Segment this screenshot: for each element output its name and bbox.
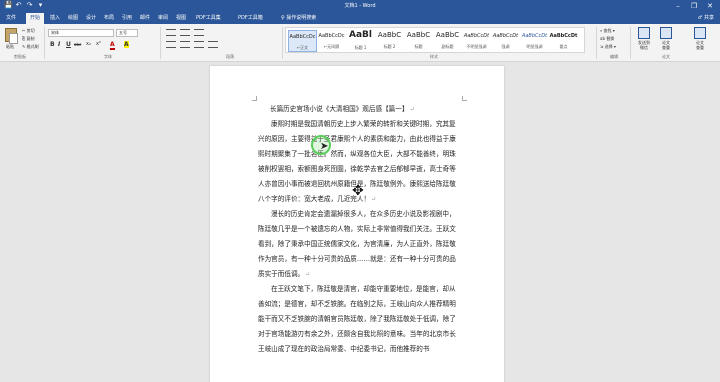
document-body[interactable]: 长篇历史官场小说《大清相国》观后感【篇一】↵ 康熙时期是我国清朝历史上步入繁荣的…	[258, 102, 458, 357]
style-subtitle[interactable]: AaBbC 副标题	[433, 30, 462, 52]
title-bar: 💾 ↶ ↷ ▾ 文档1 - Word – ❐ ✕	[0, 0, 720, 12]
superscript-button[interactable]: x²	[96, 41, 101, 47]
tab-design[interactable]: 设计	[86, 14, 96, 22]
tab-draw[interactable]: 绘图	[68, 14, 78, 22]
font-group-label: 字体	[104, 54, 112, 59]
styles-group-label: 样式	[430, 54, 438, 59]
tab-insert[interactable]: 插入	[50, 14, 60, 22]
styles-gallery: AaBbCcDc ↵正文 AaBbCcDc ↵无间隔 AaBl 标题 1 AaB…	[285, 27, 585, 53]
bullets-icon[interactable]	[166, 29, 176, 36]
share-button[interactable]: ♂ 共享	[698, 13, 714, 23]
align-left-icon[interactable]	[166, 41, 176, 48]
document-check-icon	[660, 27, 672, 39]
tab-pdf-tools[interactable]: PDF工具集	[196, 14, 221, 22]
move-cursor-icon: ✥	[352, 183, 364, 199]
replace-button[interactable]: ab 替换	[600, 36, 614, 42]
justify-icon[interactable]	[208, 41, 218, 48]
divider	[160, 27, 161, 59]
tab-pdf-toolbox[interactable]: PDF工具箱	[238, 14, 263, 22]
tab-home[interactable]: 开始	[26, 13, 45, 24]
margin-corner-mark	[462, 96, 467, 101]
tab-review[interactable]: 审阅	[158, 14, 168, 22]
paste-button[interactable]: 粘贴	[6, 44, 14, 50]
document-check-icon	[694, 27, 706, 39]
tell-me-search[interactable]: ♀ 操作说明搜索	[281, 14, 316, 22]
close-button[interactable]: ✕	[702, 0, 718, 12]
style-heading-1[interactable]: AaBl 标题 1	[346, 30, 375, 52]
italic-button[interactable]: I	[58, 41, 60, 48]
numbering-icon[interactable]	[180, 29, 190, 36]
tab-references[interactable]: 引用	[122, 14, 132, 22]
divider	[282, 27, 283, 59]
ribbon-tabs: 文件 开始 插入 绘图 设计 布局 引用 邮件 审阅 视图 PDF工具集 PDF…	[0, 12, 720, 24]
bold-button[interactable]: B	[50, 41, 55, 48]
restore-button[interactable]: ❐	[686, 0, 702, 12]
window-title: 文档1 - Word	[344, 3, 376, 9]
window-controls: – ❐ ✕	[670, 0, 718, 12]
strikethrough-button[interactable]: abc	[74, 42, 81, 47]
tab-layout[interactable]: 布局	[104, 14, 114, 22]
paragraph: 在王跃文笔下，陈廷敬是清官，却能守重要地位，是能官，却从善如流；是德官，却不乏铁…	[258, 285, 456, 353]
subscript-button[interactable]: x₂	[86, 41, 91, 47]
minimize-button[interactable]: –	[670, 0, 686, 12]
document-page[interactable]: 长篇历史官场小说《大清相国》观后感【篇一】↵ 康熙时期是我国清朝历史上步入繁荣的…	[210, 66, 504, 382]
align-center-icon[interactable]	[180, 41, 190, 48]
tab-file[interactable]: 文件	[6, 14, 16, 22]
document-workspace: 长篇历史官场小说《大清相国》观后感【篇一】↵ 康熙时期是我国清朝历史上步入繁荣的…	[0, 62, 720, 382]
select-button[interactable]: ⇲ 选择 ▾	[600, 44, 616, 50]
divider	[596, 27, 597, 59]
wechat-icon	[638, 27, 650, 39]
ribbon: 粘贴 ✂ 剪切 ⎘ 复制 ✎ 格式刷 剪贴板 宋体 五号 B I U abc x…	[0, 24, 720, 62]
tab-mailings[interactable]: 邮件	[140, 14, 150, 22]
style-no-spacing[interactable]: AaBbCcDc ↵无间隔	[317, 30, 346, 52]
paper-group-label: 论文	[662, 54, 670, 59]
style-normal[interactable]: AaBbCcDc ↵正文	[288, 30, 317, 52]
style-heading-2[interactable]: AaBbC 标题 2	[375, 30, 404, 52]
find-button[interactable]: ⌕ 查找 ▾	[600, 28, 615, 34]
plagiarism-check-button[interactable]: 论文 查重	[656, 27, 676, 50]
font-name-select[interactable]: 宋体	[48, 29, 114, 37]
font-size-select[interactable]: 五号	[116, 29, 138, 37]
highlight-button[interactable]: A	[124, 41, 129, 48]
divider	[630, 27, 631, 59]
margin-corner-mark	[252, 96, 257, 101]
paragraph: 漫长的历史肯定会遗漏掉很多人，在众多历史小说及影视剧中，陈廷敬几乎是一个被遗忘的…	[258, 210, 456, 278]
font-color-button[interactable]: A	[110, 41, 115, 50]
style-intense-emphasis[interactable]: AaBbCcDt 明显强调	[520, 30, 549, 52]
clipboard-group-label: 剪贴板	[14, 54, 26, 59]
style-emphasis[interactable]: AaBbCcDt 强调	[491, 30, 520, 52]
divider	[44, 27, 45, 59]
paste-icon[interactable]	[5, 28, 18, 44]
send-to-wechat-button[interactable]: 发送到 微信	[634, 27, 654, 50]
document-heading: 长篇历史官场小说《大清相国》观后感【篇一】↵	[270, 105, 415, 113]
style-strong[interactable]: AaBbCcDt 要点	[549, 30, 578, 52]
editing-group-label: 编辑	[610, 54, 618, 59]
paper-check-button[interactable]: 论文 查重	[690, 27, 710, 50]
cut-button[interactable]: ✂ 剪切	[22, 28, 35, 34]
style-title[interactable]: AaBbC 标题	[404, 30, 433, 52]
style-subtle-emphasis[interactable]: AaBbCcDt 不明显强调	[462, 30, 491, 52]
multilevel-list-icon[interactable]	[194, 29, 204, 36]
tab-view[interactable]: 视图	[176, 14, 186, 22]
align-right-icon[interactable]	[194, 41, 204, 48]
format-painter-button[interactable]: ✎ 格式刷	[22, 44, 39, 50]
underline-button[interactable]: U	[66, 41, 71, 48]
copy-button[interactable]: ⎘ 复制	[22, 36, 34, 42]
paragraph-group-label: 段落	[226, 54, 234, 59]
mouse-pointer-icon: ➤	[320, 141, 329, 152]
